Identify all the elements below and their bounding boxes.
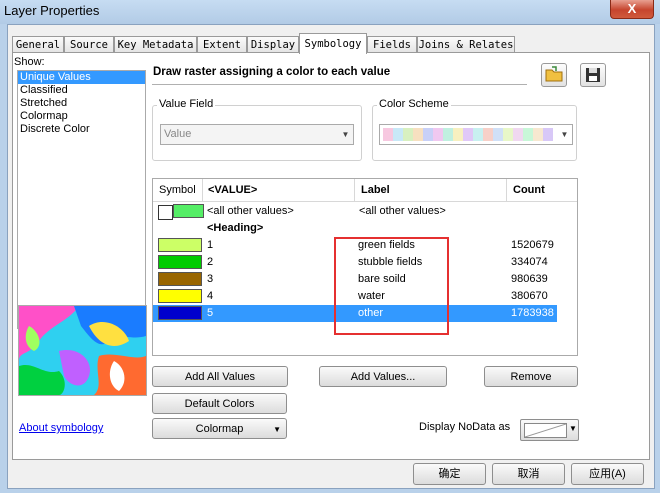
title-bar: Layer Properties X [0, 0, 660, 24]
symbol-swatch[interactable] [158, 289, 202, 303]
color-ramp-swatch [393, 128, 403, 141]
color-ramp-swatch [523, 128, 533, 141]
nodata-swatch [524, 423, 567, 438]
show-checkbox[interactable] [158, 205, 173, 220]
about-symbology-link[interactable]: About symbology [19, 422, 103, 434]
renderer-item-stretched[interactable]: Stretched [18, 97, 145, 110]
symbol-swatch[interactable] [158, 255, 202, 269]
ok-button[interactable]: 确定 [413, 463, 486, 485]
color-ramp-swatch [383, 128, 393, 141]
save-button[interactable] [580, 63, 606, 87]
cancel-button[interactable]: 取消 [492, 463, 565, 485]
tab-source[interactable]: Source [64, 36, 114, 53]
tab-symbology[interactable]: Symbology [299, 33, 367, 54]
color-ramp-swatch [543, 128, 553, 141]
color-ramp-swatch [423, 128, 433, 141]
tab-extent[interactable]: Extent [197, 36, 247, 53]
show-label: Show: [14, 56, 45, 68]
color-ramp-swatch [453, 128, 463, 141]
chevron-down-icon: ▼ [569, 424, 577, 433]
apply-button[interactable]: 应用(A) [571, 463, 644, 485]
colormap-menu-button[interactable]: Colormap ▼ [152, 418, 287, 439]
floppy-disk-icon [586, 68, 600, 82]
symbol-swatch[interactable] [173, 204, 204, 218]
color-scheme-label: Color Scheme [377, 98, 451, 110]
color-ramp-swatch [493, 128, 503, 141]
tab-key-metadata[interactable]: Key Metadata [114, 36, 197, 53]
add-values-button[interactable]: Add Values... [319, 366, 447, 387]
chevron-down-icon: ▼ [341, 130, 350, 139]
tab-display[interactable]: Display [247, 36, 299, 53]
color-ramp-swatch [503, 128, 513, 141]
renderer-item-discrete-color[interactable]: Discrete Color [18, 123, 145, 136]
header-symbol: Symbol [159, 184, 196, 196]
color-ramp-swatch [463, 128, 473, 141]
symbol-swatch[interactable] [158, 306, 202, 320]
symbol-swatch[interactable] [158, 272, 202, 286]
color-ramp-swatch [403, 128, 413, 141]
table-row-heading[interactable]: <Heading> [153, 220, 577, 237]
value-field-dropdown[interactable]: Value ▼ [160, 124, 354, 145]
color-scheme-group: Color Scheme ▼ [372, 98, 577, 161]
tab-fields[interactable]: Fields [367, 36, 417, 53]
dialog-client: General Source Key Metadata Extent Displ… [7, 24, 655, 489]
color-ramp-swatch [533, 128, 543, 141]
renderer-item-colormap[interactable]: Colormap [18, 110, 145, 123]
window-title: Layer Properties [4, 3, 100, 18]
renderer-description: Draw raster assigning a color to each va… [152, 59, 527, 85]
value-field-label: Value Field [157, 98, 216, 110]
color-ramp-preview [383, 128, 553, 141]
open-folder-button[interactable] [541, 63, 567, 87]
header-value[interactable]: <VALUE> [208, 184, 257, 196]
color-ramp-swatch [433, 128, 443, 141]
table-row-all-other[interactable]: <all other values> <all other values> [153, 203, 577, 220]
header-label[interactable]: Label [361, 184, 390, 196]
nodata-color-picker[interactable]: ▼ [520, 419, 579, 441]
color-ramp-swatch [513, 128, 523, 141]
remove-button[interactable]: Remove [484, 366, 578, 387]
renderer-list[interactable]: Unique Values Classified Stretched Color… [17, 70, 146, 329]
color-ramp-swatch [473, 128, 483, 141]
nodata-label: Display NoData as [419, 421, 511, 433]
close-button[interactable]: X [610, 0, 654, 19]
color-scheme-dropdown[interactable]: ▼ [379, 124, 573, 145]
table-header: Symbol <VALUE> Label Count [153, 179, 577, 202]
color-ramp-swatch [413, 128, 423, 141]
folder-icon [545, 66, 563, 82]
renderer-preview-image [18, 305, 147, 396]
header-count[interactable]: Count [513, 184, 545, 196]
chevron-down-icon: ▼ [273, 425, 281, 434]
color-ramp-swatch [483, 128, 493, 141]
renderer-item-classified[interactable]: Classified [18, 84, 145, 97]
tab-general[interactable]: General [12, 36, 64, 53]
value-field-group: Value Field Value ▼ [152, 98, 362, 161]
symbol-swatch[interactable] [158, 238, 202, 252]
renderer-item-unique-values[interactable]: Unique Values [18, 71, 145, 84]
add-all-values-button[interactable]: Add All Values [152, 366, 288, 387]
tab-joins-relates[interactable]: Joins & Relates [417, 36, 515, 53]
color-ramp-swatch [443, 128, 453, 141]
chevron-down-icon: ▼ [560, 130, 569, 139]
symbology-page: Show: Unique Values Classified Stretched… [12, 52, 650, 460]
default-colors-button[interactable]: Default Colors [152, 393, 287, 414]
label-highlight-annotation [334, 237, 449, 335]
